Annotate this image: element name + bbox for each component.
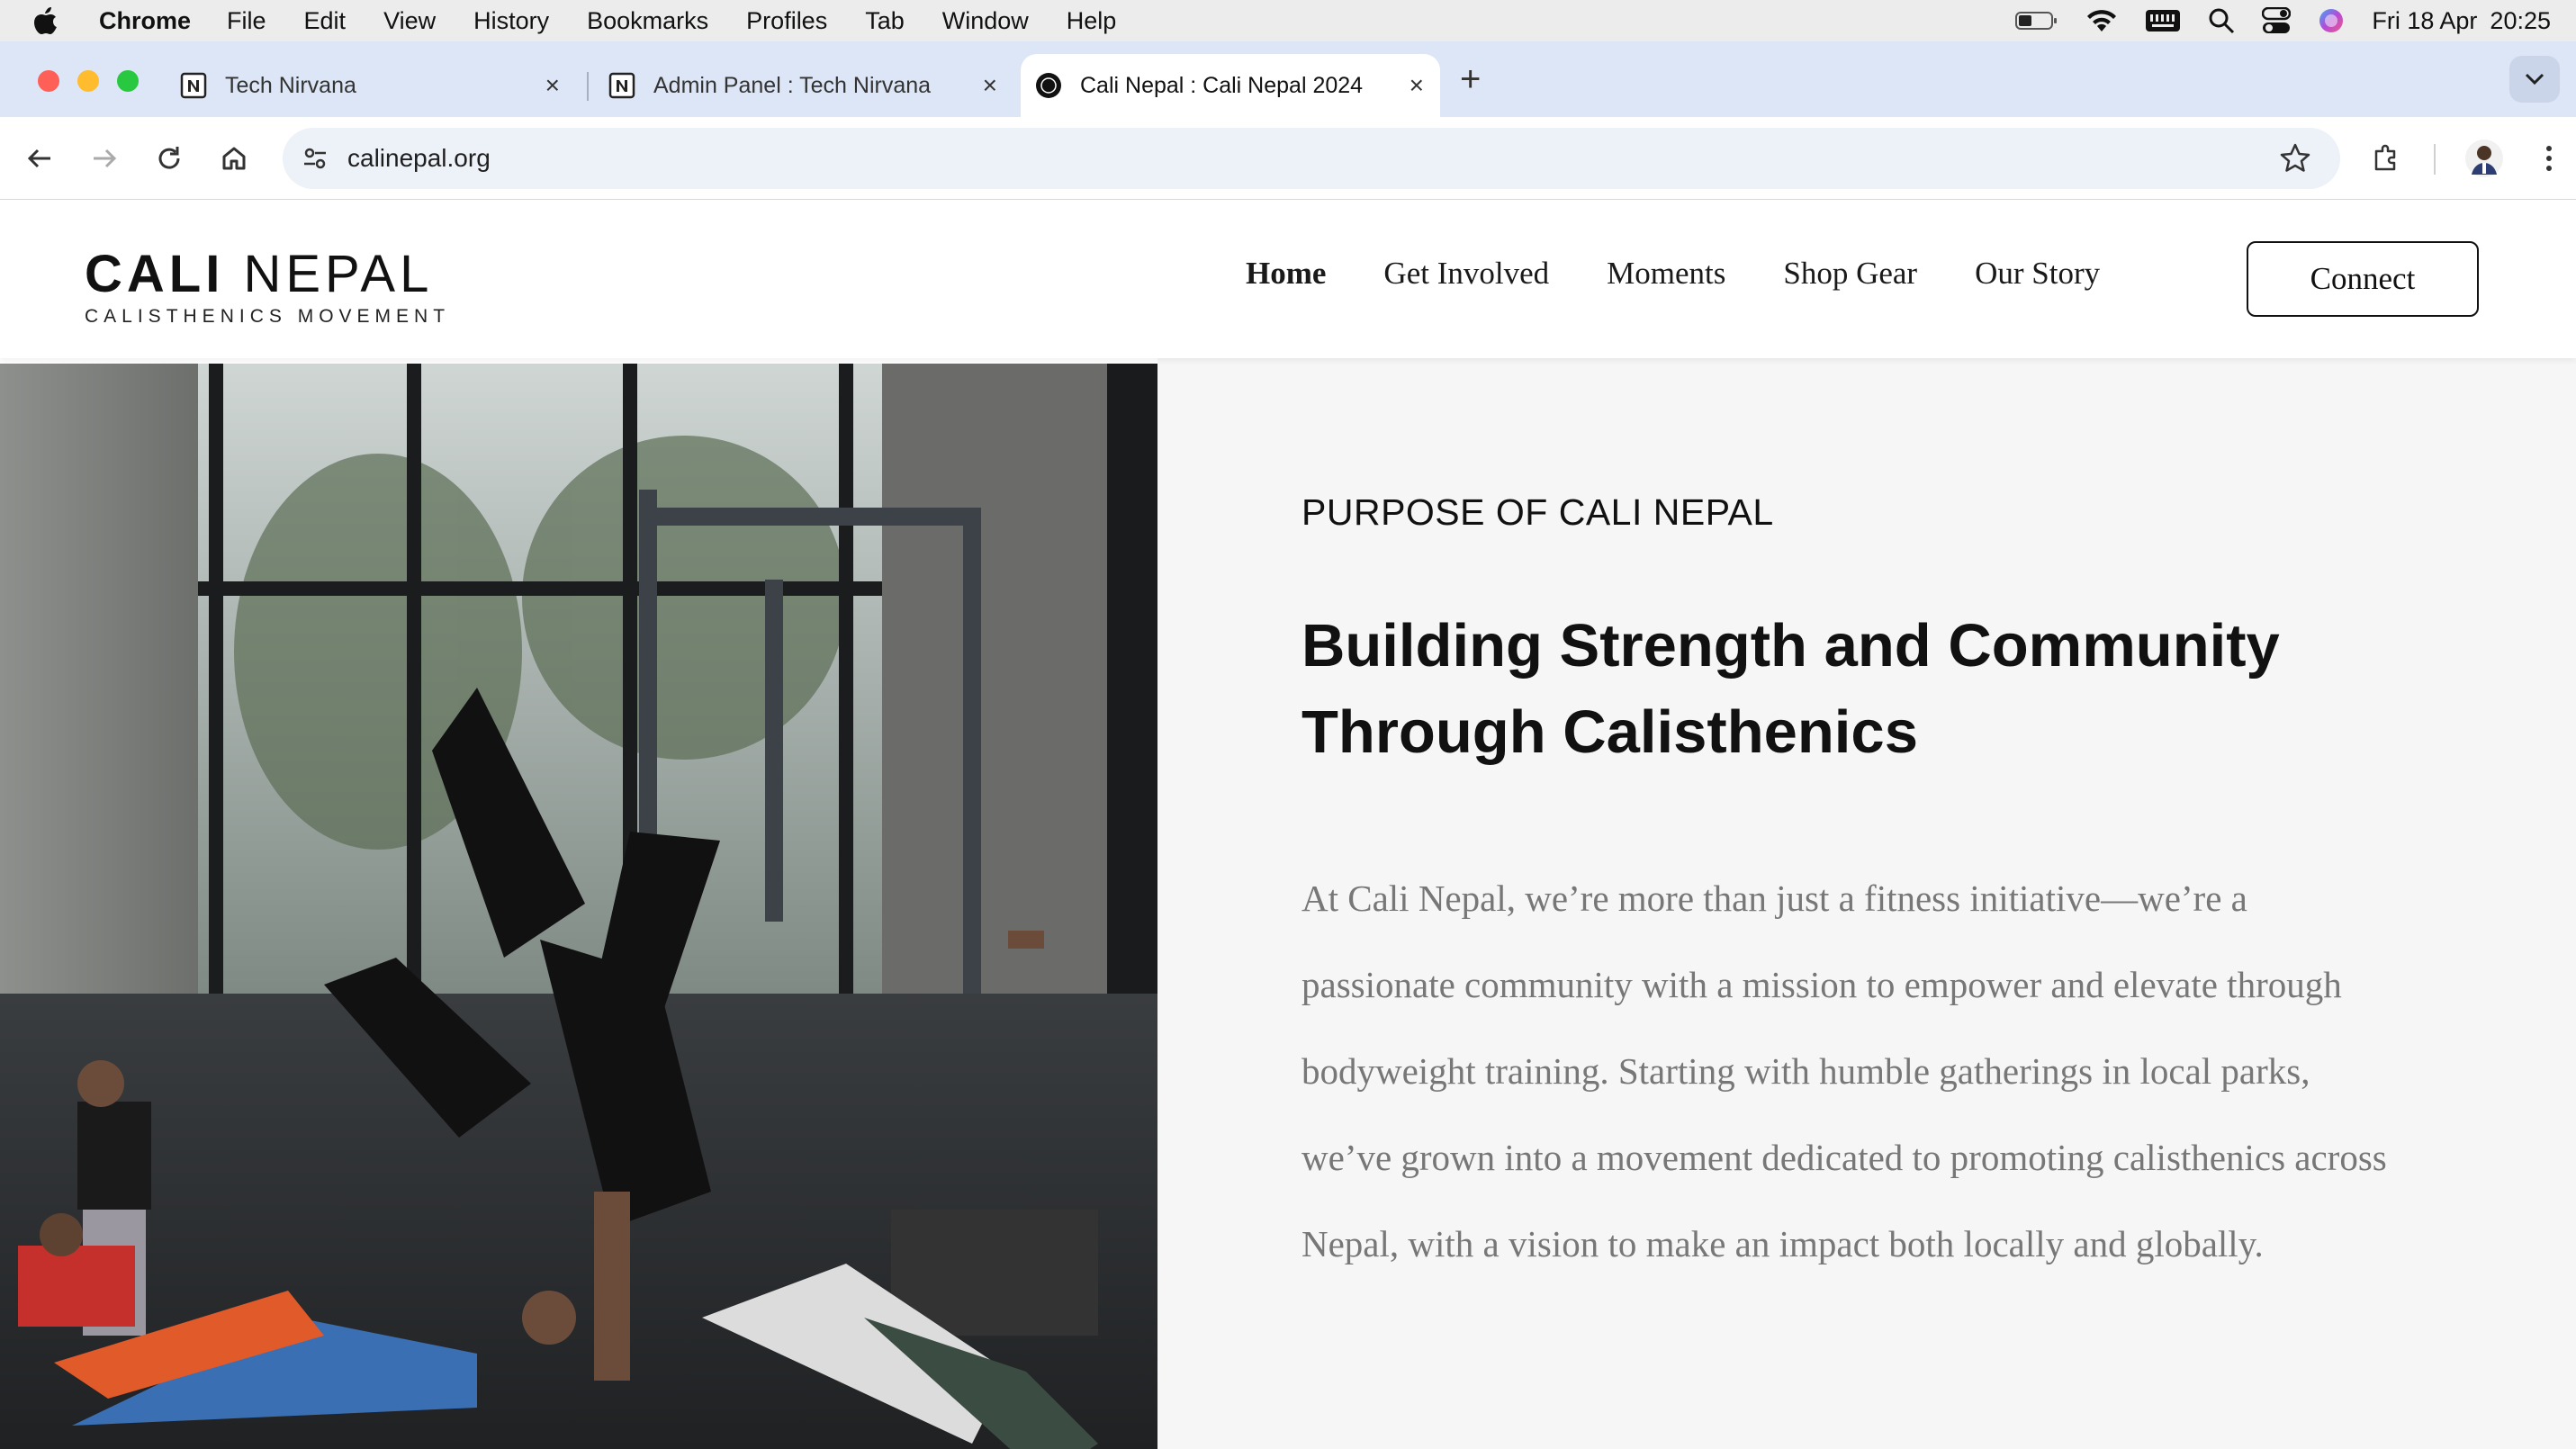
tab-cali-nepal[interactable]: Cali Nepal : Cali Nepal 2024 × [1021, 54, 1440, 117]
spotlight-search-icon[interactable] [2208, 7, 2235, 34]
chevron-down-icon [2525, 73, 2544, 86]
tab-separator [587, 72, 589, 101]
tab-close-icon[interactable]: × [1410, 71, 1424, 100]
logo-bold: CALI [85, 245, 225, 303]
address-bar[interactable]: calinepal.org [283, 128, 2340, 189]
wifi-icon[interactable] [2085, 8, 2118, 33]
forward-icon[interactable] [86, 140, 122, 176]
menu-clock[interactable]: Fri 18 Apr 20:25 [2372, 7, 2551, 35]
logo-light: NEPAL [243, 245, 434, 303]
bookmark-star-icon[interactable] [2279, 142, 2311, 179]
menu-history[interactable]: History [473, 7, 549, 35]
site-settings-icon[interactable] [295, 139, 335, 178]
tab-admin-panel[interactable]: Admin Panel : Tech Nirvana × [590, 54, 1013, 117]
menu-profiles[interactable]: Profiles [746, 7, 827, 35]
tab-tech-nirvana[interactable]: Tech Nirvana × [162, 54, 576, 117]
tab-title: Admin Panel : Tech Nirvana [653, 72, 932, 98]
status-area: Fri 18 Apr 20:25 [1988, 0, 2551, 41]
nav-home[interactable]: Home [1246, 256, 1326, 292]
cali-nepal-icon [1035, 72, 1062, 99]
extensions-icon[interactable] [2369, 140, 2405, 176]
chrome-menu-icon[interactable] [2531, 140, 2567, 176]
hero-photo [0, 364, 1157, 1449]
menu-view[interactable]: View [383, 7, 436, 35]
calisthenics-gym-photo [0, 364, 1157, 1449]
nav-shop-gear[interactable]: Shop Gear [1783, 256, 1917, 292]
menu-edit[interactable]: Edit [304, 7, 347, 35]
tab-title: Cali Nepal : Cali Nepal 2024 [1080, 72, 1364, 98]
tab-close-icon[interactable]: × [545, 71, 560, 100]
zoom-window-button[interactable] [117, 70, 139, 92]
menu-file[interactable]: File [227, 7, 266, 35]
logo-tagline: CALISTHENICS MOVEMENT [85, 306, 451, 327]
section-paragraph: At Cali Nepal, we’re more than just a fi… [1302, 878, 2387, 1264]
home-icon[interactable] [216, 140, 252, 176]
nav-our-story[interactable]: Our Story [1975, 256, 2100, 292]
menu-help[interactable]: Help [1067, 7, 1117, 35]
profile-avatar[interactable] [2464, 139, 2504, 178]
battery-icon[interactable] [2015, 10, 2058, 32]
menu-app-name[interactable]: Chrome [99, 7, 191, 35]
keyboard-icon[interactable] [2145, 8, 2181, 33]
purpose-section: PURPOSE OF CALI NEPAL Building Strength … [1157, 358, 2576, 1449]
reload-icon[interactable] [151, 140, 187, 176]
menu-bookmarks[interactable]: Bookmarks [587, 7, 708, 35]
headline-line-1: Building Strength and Community [1302, 612, 2280, 680]
site-logo[interactable]: CALI NEPAL CALISTHENICS MOVEMENT [85, 248, 450, 328]
nav-moments[interactable]: Moments [1607, 256, 1725, 292]
clock-time: 20:25 [2490, 6, 2551, 34]
main-nav: Home Get Involved Moments Shop Gear Our Stor… [1246, 256, 2157, 292]
new-tab-button[interactable]: + [1460, 61, 1481, 97]
tab-close-icon[interactable]: × [983, 71, 997, 100]
section-eyebrow: PURPOSE OF CALI NEPAL [1302, 491, 1774, 533]
menu-window[interactable]: Window [942, 7, 1029, 35]
app-menus: Chrome File Edit View History Bookmarks Profi… [99, 7, 1154, 35]
tab-search-button[interactable] [2509, 56, 2560, 103]
logo-wordmark: CALI NEPAL [85, 248, 450, 301]
nav-get-involved[interactable]: Get Involved [1383, 256, 1549, 292]
macos-menu-bar: Chrome File Edit View History Bookmarks Profi… [0, 0, 2576, 41]
connect-button[interactable]: Connect [2247, 241, 2479, 317]
notion-icon [608, 72, 635, 99]
url-text[interactable]: calinepal.org [347, 144, 491, 173]
close-window-button[interactable] [38, 70, 59, 92]
tab-title: Tech Nirvana [225, 72, 356, 98]
window-controls [38, 70, 139, 92]
minimize-window-button[interactable] [77, 70, 99, 92]
control-center-icon[interactable] [2262, 7, 2292, 34]
notion-icon [180, 72, 207, 99]
menu-tab[interactable]: Tab [865, 7, 905, 35]
tab-strip: Tech Nirvana × Admin Panel : Tech Nirvan… [0, 41, 2576, 117]
toolbar-divider [2434, 144, 2436, 175]
siri-icon[interactable] [2318, 7, 2345, 34]
headline-line-2: Through Calisthenics [1302, 698, 1918, 766]
section-headline: Building Strength and Community Through … [1302, 603, 2436, 776]
apple-icon[interactable] [32, 6, 68, 35]
clock-date: Fri 18 Apr [2372, 6, 2478, 34]
site-header: CALI NEPAL CALISTHENICS MOVEMENT Home Get… [0, 200, 2576, 358]
browser-toolbar: calinepal.org [0, 117, 2576, 200]
back-icon[interactable] [22, 140, 58, 176]
